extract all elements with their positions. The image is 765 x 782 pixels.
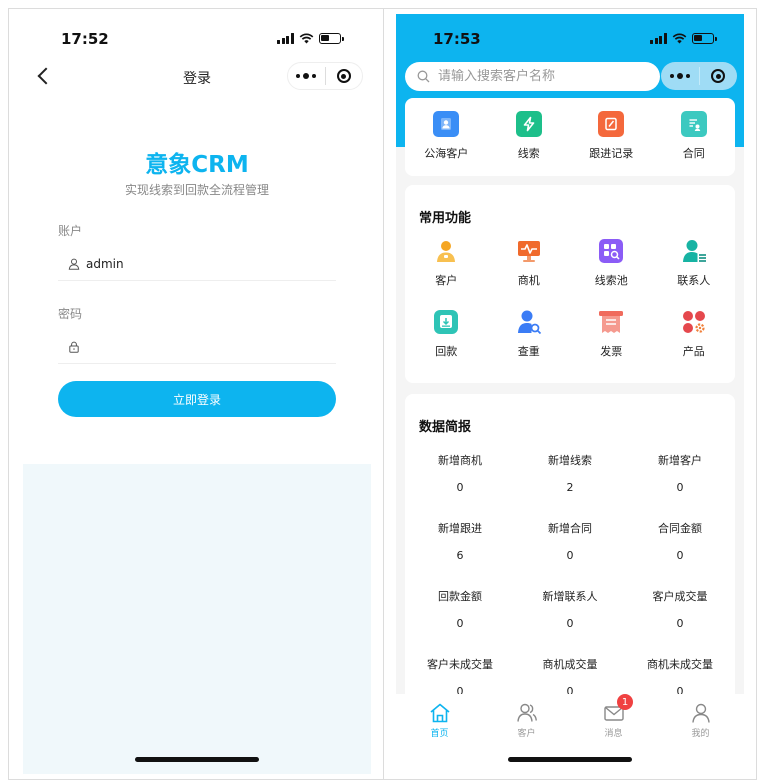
invoice-icon [599, 311, 624, 333]
stats-card: 数据简报 新增商机 0 新增线索 2 新增客户 0 新增跟进 6 新增合同 0 合同金额 0… [405, 394, 735, 704]
stat-new-follow: 新增跟进 6 [437, 522, 482, 562]
function-invoice[interactable]: 发票 [570, 309, 653, 359]
search-input[interactable] [438, 69, 660, 84]
common-functions-card: 常用功能 客户 商机 线索池 联系人 回款 查重 发票 产品 [405, 185, 735, 383]
function-opportunity[interactable]: 商机 [488, 238, 571, 288]
signal-icon [277, 33, 294, 44]
duplicate-check-icon [517, 310, 541, 335]
common-row-1: 客户 商机 线索池 联系人 [405, 238, 735, 288]
home-indicator [508, 757, 632, 762]
mini-program-capsule [287, 62, 363, 90]
signal-icon [650, 33, 667, 44]
status-icons [650, 33, 717, 44]
shortcut-lead[interactable]: 线索 [488, 111, 571, 161]
contract-icon [680, 111, 707, 137]
stat-new-opportunity: 新增商机 0 [437, 454, 482, 494]
close-target-icon[interactable] [700, 69, 738, 83]
message-badge: 1 [617, 694, 633, 710]
password-input[interactable] [86, 340, 336, 354]
login-screen: 17:52 登录 意象CRM 实现线索到回款全流程管理 账户 密码 立即登录 [23, 14, 371, 774]
function-customer[interactable]: 客户 [405, 238, 488, 288]
tab-bar: 首页 客户 1 消息 我的 [396, 694, 744, 774]
home-indicator [135, 757, 259, 762]
common-functions-title: 常用功能 [419, 211, 472, 226]
product-icon [682, 311, 705, 333]
profile-icon [691, 703, 710, 723]
stat-customer-deals: 客户成交量 0 [652, 590, 708, 630]
home-icon [429, 703, 450, 723]
more-dots-icon[interactable] [288, 73, 325, 79]
stat-new-customer: 新增客户 0 [657, 454, 702, 494]
login-bottom-area [23, 464, 371, 774]
stats-grid: 新增商机 0 新增线索 2 新增客户 0 新增跟进 6 新增合同 0 合同金额 0 回款金额… [405, 452, 735, 724]
shortcut-grid: 公海客户 线索 跟进记录 合同 [405, 98, 735, 161]
status-time: 17:53 [433, 30, 481, 48]
stat-new-contract: 新增合同 0 [547, 522, 592, 562]
tab-messages[interactable]: 1 消息 [570, 694, 657, 774]
lead-bolt-icon [515, 111, 542, 137]
tab-customers[interactable]: 客户 [483, 694, 570, 774]
stat-new-lead: 新增线索 2 [547, 454, 592, 494]
shortcut-card: 公海客户 线索 跟进记录 合同 [405, 98, 735, 176]
customer-icon [437, 241, 456, 262]
close-target-icon[interactable] [326, 69, 363, 83]
follow-record-icon [598, 111, 625, 137]
stat-new-contact: 新增联系人 0 [542, 590, 598, 630]
common-row-2: 回款 查重 发票 产品 [405, 309, 735, 359]
function-product[interactable]: 产品 [653, 309, 736, 359]
shortcut-follow-record[interactable]: 跟进记录 [570, 111, 653, 161]
brand-slogan: 实现线索到回款全流程管理 [124, 183, 269, 197]
function-payment[interactable]: 回款 [405, 309, 488, 359]
password-field [58, 331, 336, 364]
user-icon [68, 258, 80, 270]
function-contact[interactable]: 联系人 [653, 238, 736, 288]
payment-icon [434, 310, 459, 334]
panel-divider [383, 8, 384, 780]
stat-contract-amount: 合同金额 0 [657, 522, 702, 562]
function-duplicate-check[interactable]: 查重 [488, 309, 571, 359]
password-label: 密码 [58, 307, 83, 321]
tab-profile[interactable]: 我的 [657, 694, 744, 774]
search-bar[interactable] [405, 62, 660, 91]
status-time: 17:52 [61, 30, 109, 48]
brand-title: 意象CRM [145, 152, 249, 178]
wifi-icon [299, 33, 313, 44]
function-lead-pool[interactable]: 线索池 [570, 238, 653, 288]
contact-icon [682, 240, 706, 262]
shortcut-public-customer[interactable]: 公海客户 [405, 111, 488, 161]
account-input[interactable] [86, 257, 336, 271]
shortcut-contract[interactable]: 合同 [653, 111, 736, 161]
tab-home[interactable]: 首页 [396, 694, 483, 774]
more-dots-icon[interactable] [661, 73, 699, 79]
status-icons [277, 33, 344, 44]
battery-icon [691, 33, 717, 44]
lock-icon [69, 341, 79, 353]
users-icon [516, 703, 537, 722]
home-screen: 17:53 公海客户 线索 [396, 14, 744, 774]
public-customer-icon [433, 111, 460, 137]
search-icon [417, 70, 430, 83]
mini-program-capsule [661, 62, 737, 90]
stat-payment-amount: 回款金额 0 [437, 590, 482, 630]
opportunity-icon [517, 241, 540, 262]
account-label: 账户 [58, 224, 83, 238]
battery-icon [318, 33, 344, 44]
lead-pool-icon [599, 239, 624, 263]
stats-title: 数据简报 [419, 420, 472, 435]
wifi-icon [672, 33, 686, 44]
login-button[interactable]: 立即登录 [58, 381, 336, 417]
account-field [58, 248, 336, 281]
